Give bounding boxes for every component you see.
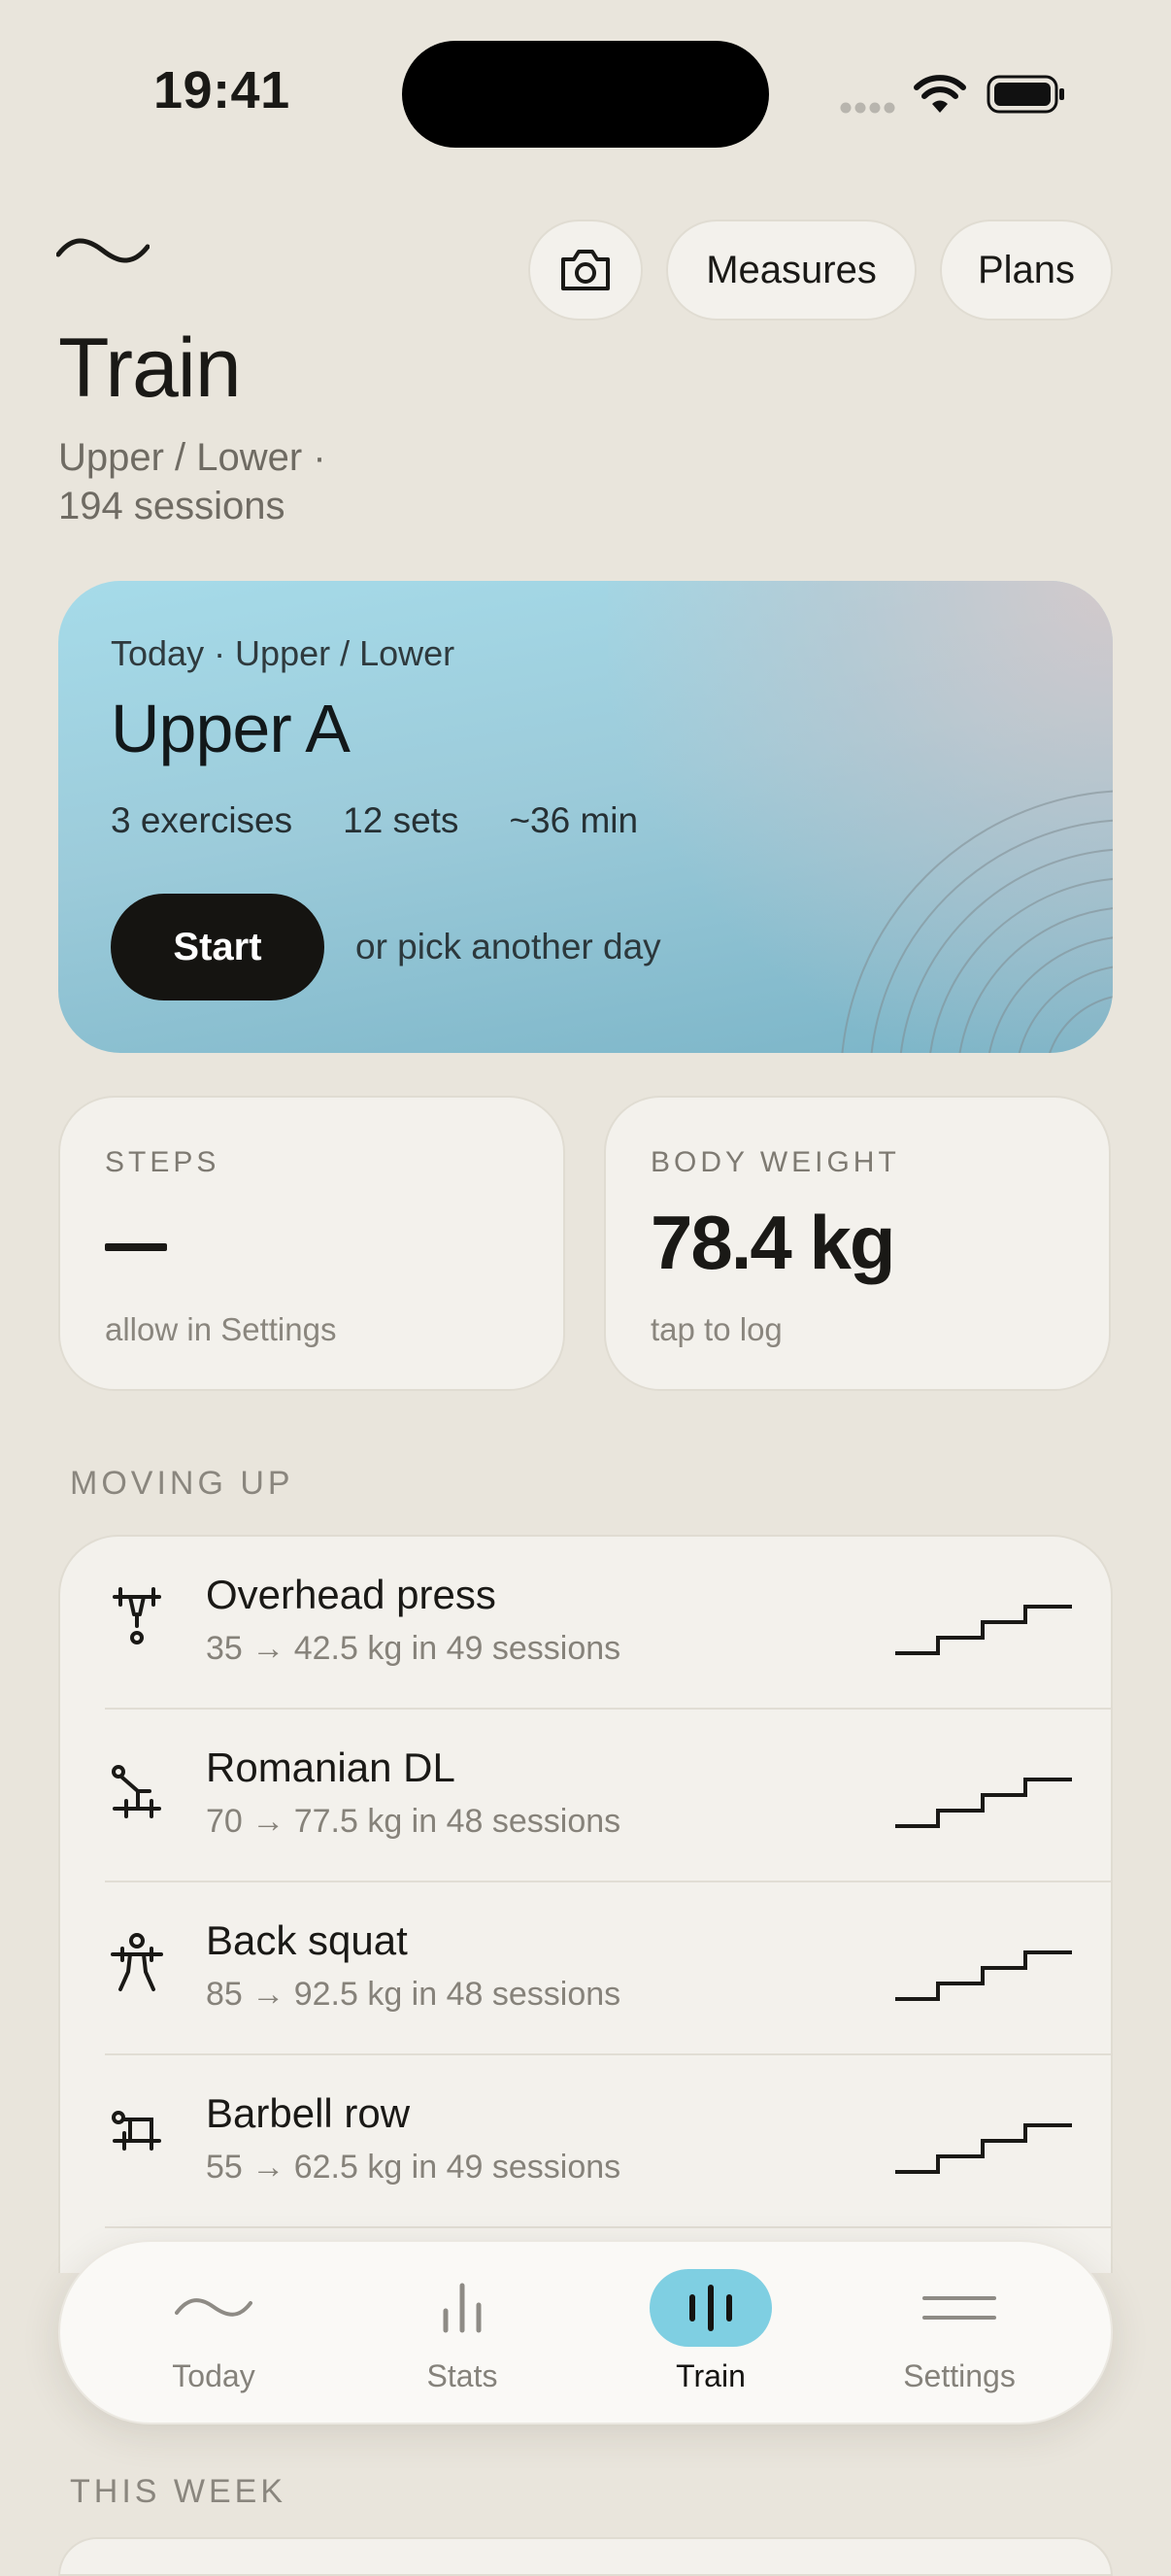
camera-icon — [561, 250, 610, 290]
tab-stats[interactable]: Stats — [355, 2242, 569, 2426]
this-week-heading: THIS WEEK — [70, 2473, 287, 2510]
wave-logo-icon — [56, 238, 150, 263]
exercise-name: Overhead press — [206, 1572, 496, 1617]
exercise-progress: 35 → 42.5 kg in 49 sessions — [206, 1630, 621, 1667]
exercise-progress: 85 → 92.5 kg in 48 sessions — [206, 1976, 621, 2013]
set-count: 12 sets — [343, 800, 459, 840]
overhead-press-icon — [113, 1587, 161, 1644]
battery-icon — [987, 75, 1064, 114]
today-workout-card[interactable]: Today · Upper / Lower Upper A 3 exercise… — [58, 581, 1113, 1053]
dynamic-island — [402, 41, 769, 148]
exercise-name: Barbell row — [206, 2090, 411, 2136]
tab-label: Train — [676, 2358, 746, 2393]
steps-empty-value — [105, 1243, 167, 1251]
body-weight-value: 78.4 kg — [651, 1200, 896, 1285]
wifi-icon — [914, 75, 966, 113]
page-subtitle: Upper / Lower · 194 sessions — [58, 433, 326, 530]
tab-settings[interactable]: Settings — [853, 2242, 1066, 2426]
list-item[interactable]: Barbell row 55 → 62.5 kg in 49 sessions — [60, 2055, 1111, 2228]
workout-name: Upper A — [111, 691, 351, 766]
progress-stairs-icon — [895, 2123, 1072, 2174]
cellular-signal-icon — [840, 102, 895, 114]
body-weight-label: BODY WEIGHT — [651, 1146, 900, 1178]
measures-button[interactable]: Measures — [666, 220, 917, 321]
romanian-deadlift-icon — [112, 1765, 161, 1818]
tab-icon-container — [650, 2269, 772, 2347]
workout-kicker: Today · Upper / Lower — [111, 633, 455, 673]
progress-stairs-icon — [895, 1605, 1072, 1655]
steps-hint: allow in Settings — [105, 1311, 337, 1347]
exercise-name: Back squat — [206, 1917, 408, 1963]
tab-label: Stats — [426, 2358, 498, 2393]
exercise-progress: 55 → 62.5 kg in 49 sessions — [206, 2149, 621, 2186]
tab-icon-container — [152, 2269, 275, 2347]
decorative-arcs-icon — [841, 790, 1113, 1053]
list-item[interactable]: Romanian DL 70 → 77.5 kg in 48 sessions — [60, 1710, 1111, 1882]
row-divider — [105, 2226, 1111, 2228]
page-title: Train — [58, 322, 242, 415]
tab-icon-container — [898, 2269, 1020, 2347]
status-time: 19:41 — [153, 61, 290, 119]
steps-card[interactable]: STEPS allow in Settings — [58, 1096, 565, 1391]
moving-up-heading: MOVING UP — [70, 1465, 294, 1502]
exercise-progress: 70 → 77.5 kg in 48 sessions — [206, 1803, 621, 1840]
this-week-card[interactable] — [58, 2537, 1113, 2576]
plans-button[interactable]: Plans — [940, 220, 1113, 321]
body-weight-card[interactable]: BODY WEIGHT 78.4 kg tap to log — [604, 1096, 1111, 1391]
train-bars-icon — [689, 2285, 732, 2331]
body-weight-hint: tap to log — [651, 1311, 783, 1347]
wave-icon — [175, 2298, 252, 2317]
sessions-line: 194 sessions — [58, 485, 285, 527]
exercise-count: 3 exercises — [111, 800, 293, 840]
moving-up-list: Overhead press 35 → 42.5 kg in 49 sessio… — [58, 1535, 1113, 2273]
bars-icon — [443, 2283, 482, 2333]
tab-bar: Today Stats Train Settings — [58, 2240, 1113, 2424]
steps-label: STEPS — [105, 1146, 220, 1178]
workout-summary: 3 exercises 12 sets ~36 min — [111, 800, 638, 841]
progress-stairs-icon — [895, 1778, 1072, 1828]
tab-label: Today — [172, 2358, 255, 2393]
progress-stairs-icon — [895, 1950, 1072, 2001]
barbell-row-icon — [112, 2111, 161, 2151]
exercise-name: Romanian DL — [206, 1745, 455, 1790]
camera-button[interactable] — [528, 220, 643, 321]
pick-another-day-link[interactable]: or pick another day — [355, 927, 661, 967]
back-squat-icon — [111, 1933, 163, 1991]
program-line: Upper / Lower · — [58, 436, 326, 479]
duration-estimate: ~36 min — [509, 800, 639, 840]
list-item[interactable]: Overhead press 35 → 42.5 kg in 49 sessio… — [60, 1537, 1111, 1710]
lines-icon — [922, 2296, 996, 2320]
tab-today[interactable]: Today — [107, 2242, 320, 2426]
tab-icon-container — [401, 2269, 523, 2347]
start-workout-button[interactable]: Start — [111, 894, 324, 1000]
tab-train[interactable]: Train — [604, 2242, 818, 2426]
tab-label: Settings — [903, 2358, 1016, 2393]
list-item[interactable]: Back squat 85 → 92.5 kg in 48 sessions — [60, 1882, 1111, 2055]
